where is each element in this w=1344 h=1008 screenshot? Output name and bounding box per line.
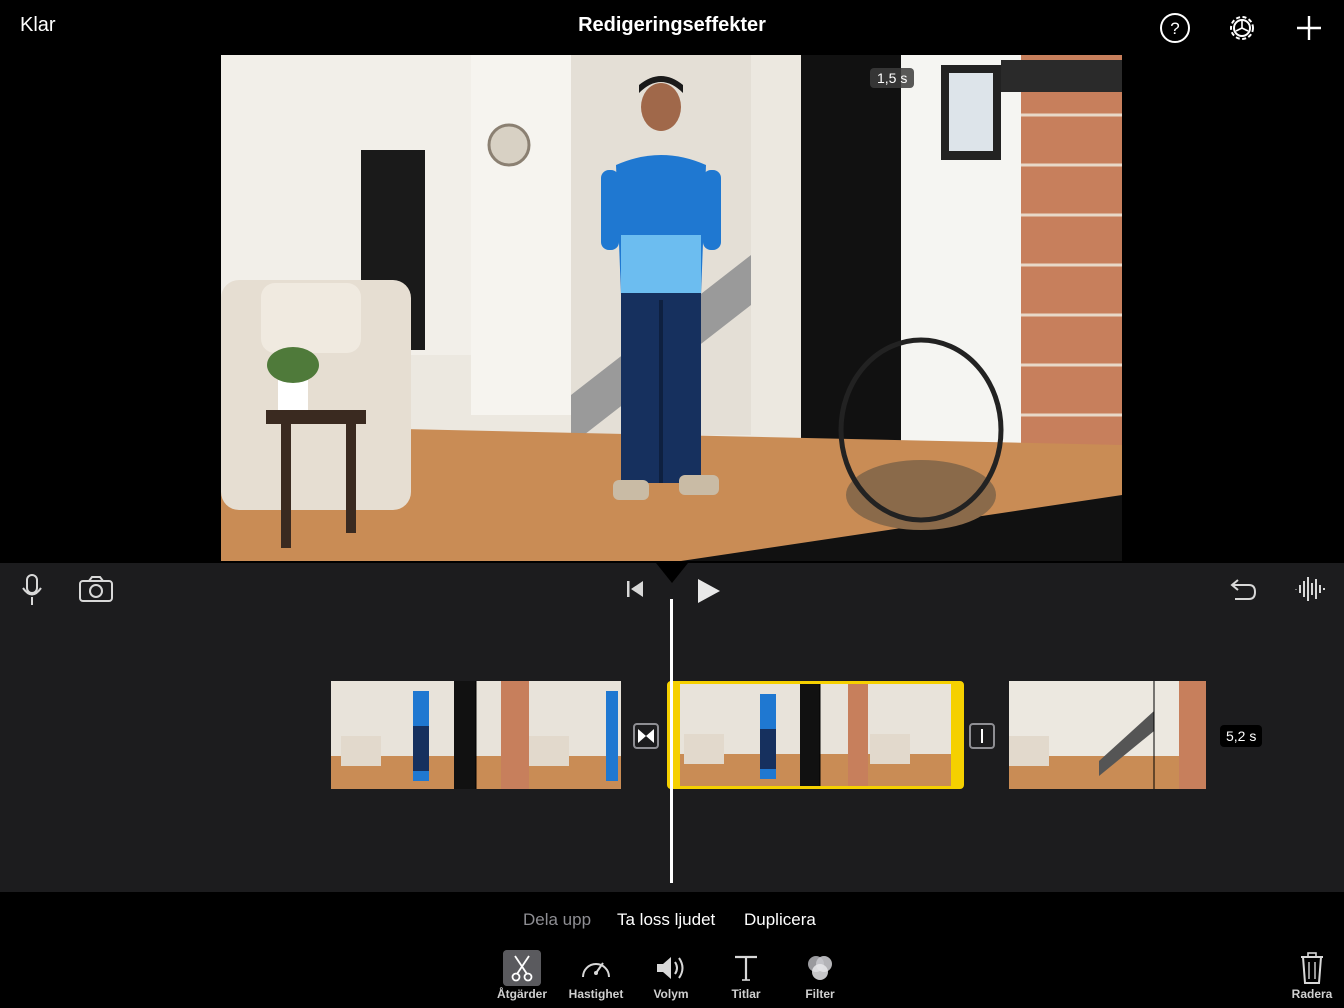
timeline-clip[interactable] xyxy=(1009,681,1206,789)
camera-icon[interactable] xyxy=(78,575,114,603)
tool-label: Åtgärder xyxy=(496,987,547,1001)
delete-label: Radera xyxy=(1291,987,1333,1001)
timeline: 5,2 s xyxy=(0,563,1344,892)
tool-titles[interactable]: Titlar xyxy=(709,950,783,1001)
filter-icon xyxy=(808,956,832,980)
microphone-icon[interactable] xyxy=(20,573,44,607)
transition-icon xyxy=(638,729,654,743)
video-preview-image xyxy=(221,55,1122,561)
audio-waveform-icon[interactable] xyxy=(1294,575,1326,603)
trash-icon xyxy=(1301,952,1323,984)
timeline-clip[interactable] xyxy=(331,681,621,789)
speaker-icon xyxy=(657,957,684,979)
gear-icon[interactable] xyxy=(1226,12,1258,44)
video-frame: 1,5 s xyxy=(221,55,1122,561)
detach-audio-button[interactable]: Ta loss ljudet xyxy=(617,910,715,930)
skip-back-icon[interactable] xyxy=(624,579,646,599)
help-icon[interactable]: ? xyxy=(1159,12,1191,44)
tool-speed[interactable]: Hastighet xyxy=(559,950,633,1001)
scissors-icon xyxy=(503,950,541,986)
video-viewer: 1,5 s xyxy=(0,55,1344,563)
selected-timeline-clip[interactable] xyxy=(667,681,964,789)
top-bar: Klar Redigeringseffekter ? xyxy=(0,0,1344,55)
page-title: Redigeringseffekter xyxy=(578,14,766,36)
plus-icon[interactable] xyxy=(1293,12,1325,44)
clip-time-badge: 1,5 s xyxy=(870,68,915,88)
clip-duration-badge: 5,2 s xyxy=(1220,725,1263,747)
split-button[interactable]: Dela upp xyxy=(523,910,591,930)
tool-label: Filter xyxy=(805,987,835,1001)
playhead-caret xyxy=(656,563,688,583)
speedometer-icon xyxy=(582,962,610,978)
playhead[interactable] xyxy=(670,599,673,883)
tool-label: Hastighet xyxy=(568,987,624,1001)
tool-filter[interactable]: Filter xyxy=(783,950,857,1001)
delete-button[interactable]: Radera xyxy=(1276,950,1344,1001)
transition-none-icon xyxy=(981,729,983,743)
tool-volume[interactable]: Volym xyxy=(634,950,708,1001)
bottom-toolbar: Dela upp Ta loss ljudet Duplicera Åtgärd… xyxy=(0,892,1344,1008)
tool-actions[interactable]: Åtgärder xyxy=(485,950,559,1001)
transition-button[interactable] xyxy=(969,723,995,749)
duplicate-button[interactable]: Duplicera xyxy=(744,910,816,930)
play-icon[interactable] xyxy=(696,577,722,605)
svg-text:?: ? xyxy=(1170,19,1179,38)
transition-button[interactable] xyxy=(633,723,659,749)
clip-thumbnails xyxy=(1009,681,1206,789)
tool-label: Titlar xyxy=(731,987,761,1001)
clip-thumbnails xyxy=(670,684,961,786)
clip-thumbnails xyxy=(331,681,621,789)
tool-label: Volym xyxy=(653,987,689,1001)
text-icon xyxy=(735,955,757,981)
undo-icon[interactable] xyxy=(1227,577,1257,603)
